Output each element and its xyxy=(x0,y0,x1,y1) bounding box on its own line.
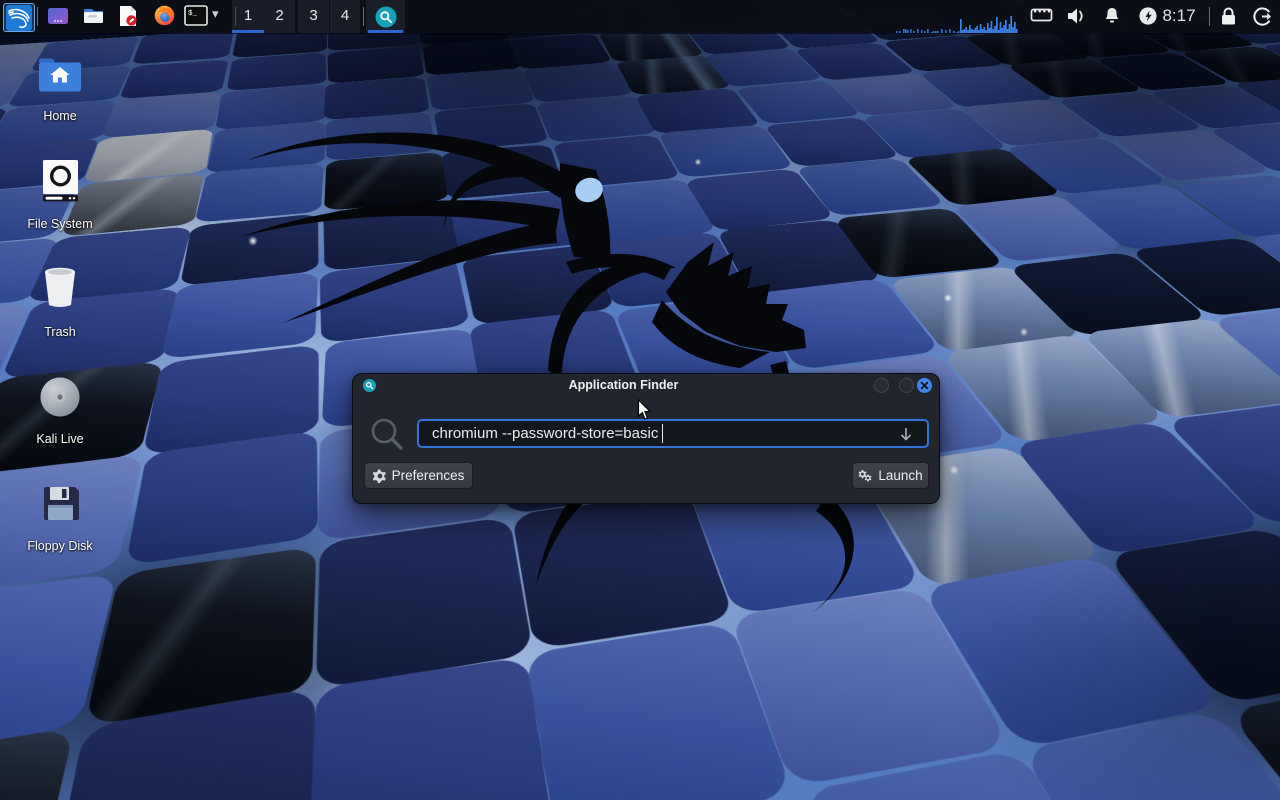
svg-text:$_: $_ xyxy=(188,10,198,18)
